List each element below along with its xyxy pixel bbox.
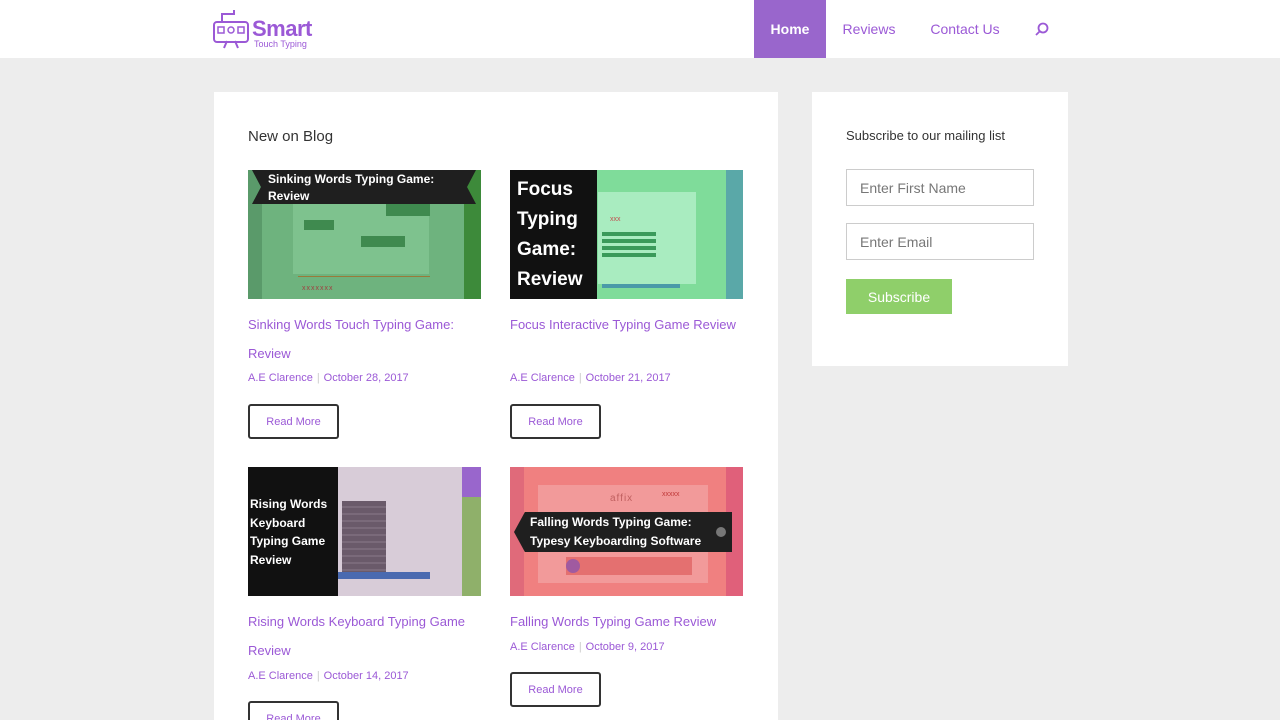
post-date: October 9, 2017 bbox=[585, 641, 665, 653]
post-meta: A.E Clarence | October 9, 2017 bbox=[510, 641, 665, 653]
post-date: October 28, 2017 bbox=[323, 372, 409, 384]
post-author[interactable]: A.E Clarence bbox=[248, 670, 313, 682]
section-title: New on Blog bbox=[248, 128, 334, 145]
blog-section: New on Blog xxxxxxx Sinking Words Typing… bbox=[214, 92, 778, 720]
subscribe-widget: Subscribe to our mailing list Enter Firs… bbox=[812, 92, 1068, 366]
post-author[interactable]: A.E Clarence bbox=[248, 372, 313, 384]
read-more-button[interactable]: Read More bbox=[510, 404, 601, 439]
thumbnail-caption: Falling Words Typing Game: Typesy Keyboa… bbox=[514, 512, 732, 552]
logo-tagline: Touch Typing bbox=[254, 39, 307, 49]
post-meta: A.E Clarence | October 28, 2017 bbox=[248, 372, 409, 384]
thumbnail-caption: Sinking Words Typing Game: Review bbox=[252, 170, 476, 204]
post-thumbnail[interactable]: xxx Focus Typing Game: Review bbox=[510, 170, 743, 299]
read-more-button[interactable]: Read More bbox=[248, 701, 339, 720]
post-date: October 21, 2017 bbox=[585, 372, 671, 384]
post-author[interactable]: A.E Clarence bbox=[510, 372, 575, 384]
post-meta: A.E Clarence | October 21, 2017 bbox=[510, 372, 671, 384]
nav-reviews[interactable]: Reviews bbox=[836, 0, 902, 58]
post-title[interactable]: Focus Interactive Typing Game Review bbox=[510, 310, 750, 339]
post-author[interactable]: A.E Clarence bbox=[510, 641, 575, 653]
read-more-button[interactable]: Read More bbox=[510, 672, 601, 707]
email-input[interactable]: Enter Email bbox=[846, 223, 1034, 260]
post-meta: A.E Clarence | October 14, 2017 bbox=[248, 670, 409, 682]
post-thumbnail[interactable]: xxxxxxx Sinking Words Typing Game: Revie… bbox=[248, 170, 481, 299]
site-logo[interactable]: Smart Touch Typing bbox=[212, 8, 322, 50]
post-title[interactable]: Sinking Words Touch Typing Game: Review bbox=[248, 310, 488, 368]
subscribe-button[interactable]: Subscribe bbox=[846, 279, 952, 314]
site-header: Smart Touch Typing Home Reviews Contact … bbox=[0, 0, 1280, 58]
nav-home[interactable]: Home bbox=[754, 0, 826, 58]
subscribe-title: Subscribe to our mailing list bbox=[846, 128, 1005, 143]
keyboard-logo-icon bbox=[213, 10, 249, 49]
search-icon bbox=[1035, 22, 1049, 36]
read-more-button[interactable]: Read More bbox=[248, 404, 339, 439]
post-title[interactable]: Rising Words Keyboard Typing Game Review bbox=[248, 607, 488, 665]
post-thumbnail[interactable]: affix xxxxx Falling Words Typing Game: T… bbox=[510, 467, 743, 596]
post-date: October 14, 2017 bbox=[323, 670, 409, 682]
thumbnail-caption: Focus Typing Game: Review bbox=[510, 170, 597, 299]
search-button[interactable] bbox=[1030, 0, 1054, 58]
logo-text: Smart bbox=[252, 16, 312, 41]
post-title[interactable]: Falling Words Typing Game Review bbox=[510, 607, 750, 636]
first-name-input[interactable]: Enter First Name bbox=[846, 169, 1034, 206]
thumbnail-caption: Rising Words Keyboard Typing Game Review bbox=[248, 467, 338, 596]
nav-contact-us[interactable]: Contact Us bbox=[920, 0, 1010, 58]
post-thumbnail[interactable]: Rising Words Keyboard Typing Game Review bbox=[248, 467, 481, 596]
